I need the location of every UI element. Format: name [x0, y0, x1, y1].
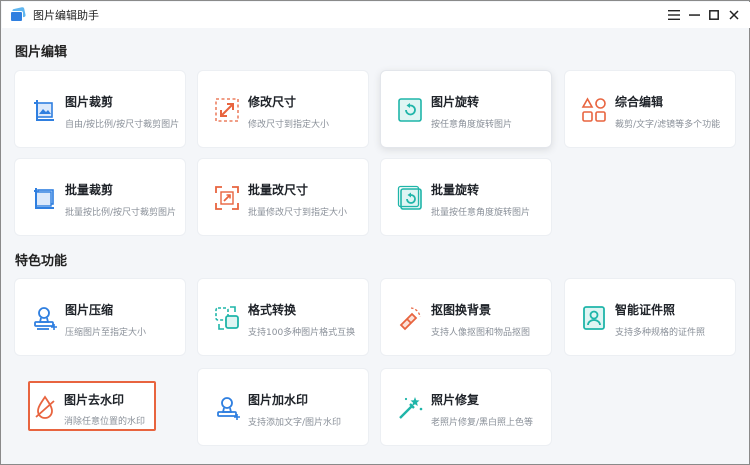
card-batch-resize[interactable]: 批量改尺寸 批量修改尺寸到指定大小 — [197, 158, 369, 236]
id-photo-icon — [579, 303, 609, 333]
card-title: 图片裁剪 — [65, 95, 114, 109]
card-id-photo[interactable]: 智能证件照 支持多种规格的证件照 — [564, 278, 736, 356]
shapes-icon — [579, 95, 609, 125]
card-desc: 支持100多种图片格式互换 — [248, 328, 356, 338]
card-combo-edit[interactable]: 综合编辑 裁剪/文字/滤镜等多个功能 — [564, 70, 736, 148]
card-resize[interactable]: 修改尺寸 修改尺寸到指定大小 — [197, 70, 369, 148]
card-remove-watermark[interactable]: 图片去水印 消除任意位置的水印 — [28, 381, 156, 431]
card-add-watermark[interactable]: 图片加水印 支持添加文字/图片水印 — [197, 368, 369, 446]
card-title: 图片旋转 — [431, 95, 480, 109]
card-batch-crop[interactable]: 批量裁剪 批量按比例/按尺寸裁剪图片 — [14, 158, 186, 236]
title-bar: 图片编辑助手 — [2, 2, 750, 28]
card-desc: 批量修改尺寸到指定大小 — [248, 208, 348, 218]
close-icon[interactable] — [724, 5, 744, 25]
card-batch-rotate[interactable]: 批量旋转 批量按任意角度旋转图片 — [380, 158, 552, 236]
card-photo-restore[interactable]: 照片修复 老照片修复/黑白照上色等 — [380, 368, 552, 446]
card-cutout[interactable]: 抠图换背景 支持人像抠图和物品抠图 — [380, 278, 552, 356]
window-controls — [664, 2, 744, 28]
card-desc: 裁剪/文字/滤镜等多个功能 — [615, 120, 721, 130]
maximize-icon[interactable] — [704, 5, 724, 25]
magic-wand-icon — [395, 393, 425, 423]
app-window: 图片编辑助手 图片编辑 图片裁剪 自由/按比例/按尺寸裁剪图片 修改尺寸 修改尺… — [0, 0, 750, 465]
eraser-icon — [395, 303, 425, 333]
card-desc: 老照片修复/黑白照上色等 — [431, 418, 534, 428]
app-logo-icon — [10, 6, 26, 22]
card-format-convert[interactable]: 格式转换 支持100多种图片格式互换 — [197, 278, 369, 356]
card-title: 智能证件照 — [615, 303, 676, 317]
section-title-features: 特色功能 — [15, 254, 68, 269]
minimize-icon[interactable] — [684, 5, 704, 25]
card-title: 批量裁剪 — [65, 183, 114, 197]
card-title: 照片修复 — [431, 393, 480, 407]
card-title: 修改尺寸 — [248, 95, 297, 109]
card-desc: 支持人像抠图和物品抠图 — [431, 328, 531, 338]
card-title: 抠图换背景 — [431, 303, 492, 317]
card-desc: 支持添加文字/图片水印 — [248, 418, 342, 428]
card-title: 图片压缩 — [65, 303, 114, 317]
window-title: 图片编辑助手 — [33, 9, 99, 22]
card-desc: 修改尺寸到指定大小 — [248, 120, 330, 130]
resize-icon — [212, 95, 242, 125]
crop-icon — [29, 183, 59, 213]
card-desc: 消除任意位置的水印 — [64, 417, 146, 427]
card-rotate[interactable]: 图片旋转 按任意角度旋转图片 — [380, 70, 552, 148]
stamp-icon — [29, 303, 59, 333]
card-title: 批量改尺寸 — [248, 183, 309, 197]
section-title-edit: 图片编辑 — [15, 45, 68, 60]
card-crop[interactable]: 图片裁剪 自由/按比例/按尺寸裁剪图片 — [14, 70, 186, 148]
card-desc: 支持多种规格的证件照 — [615, 328, 706, 338]
crop-icon — [29, 95, 59, 125]
card-title: 格式转换 — [248, 303, 297, 317]
card-title: 批量旋转 — [431, 183, 480, 197]
rotate-icon — [395, 95, 425, 125]
card-desc: 批量按任意角度旋转图片 — [431, 208, 531, 218]
card-desc: 自由/按比例/按尺寸裁剪图片 — [65, 120, 180, 130]
card-desc: 批量按比例/按尺寸裁剪图片 — [65, 208, 177, 218]
no-water-icon — [30, 393, 60, 423]
convert-icon — [212, 303, 242, 333]
card-title: 图片加水印 — [248, 393, 309, 407]
card-title: 图片去水印 — [64, 393, 125, 407]
card-desc: 按任意角度旋转图片 — [431, 120, 513, 130]
card-desc: 压缩图片至指定大小 — [65, 328, 147, 338]
stamp-icon — [212, 393, 242, 423]
card-title: 综合编辑 — [615, 95, 664, 109]
resize-icon — [212, 183, 242, 213]
menu-icon[interactable] — [664, 5, 684, 25]
card-compress[interactable]: 图片压缩 压缩图片至指定大小 — [14, 278, 186, 356]
rotate-icon — [395, 183, 425, 213]
